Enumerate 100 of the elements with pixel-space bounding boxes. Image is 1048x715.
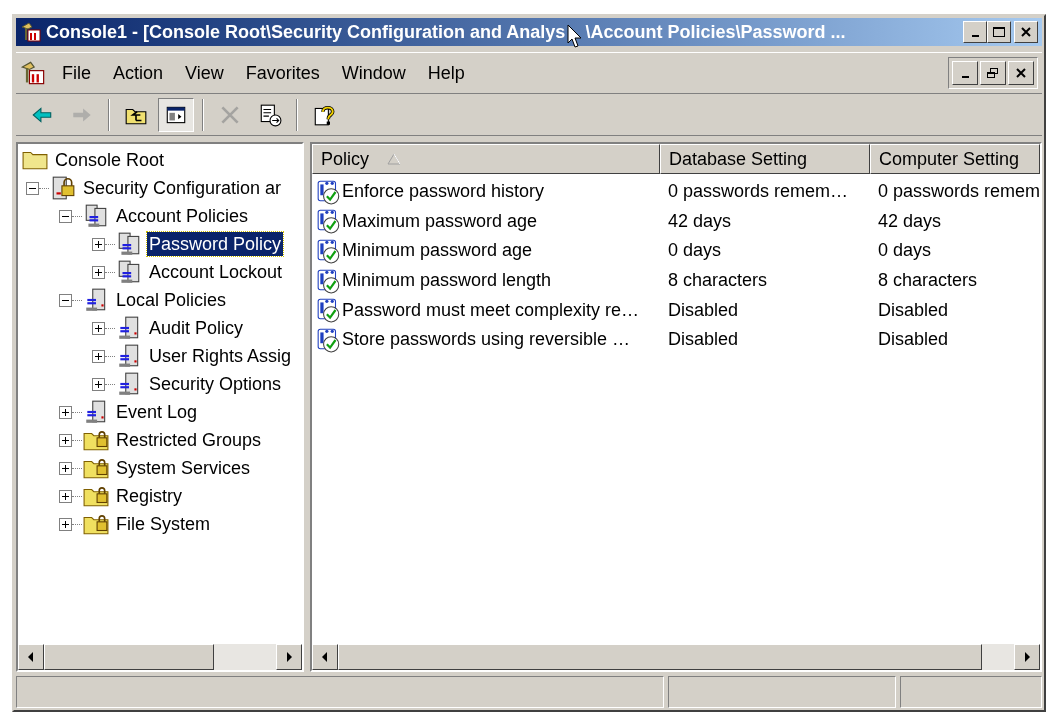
window-title: \Account Policies\Password ... [585,20,846,44]
scroll-left-button[interactable] [18,644,44,670]
plus-icon [94,239,103,249]
scrollbar-thumb[interactable] [44,644,214,670]
column-header[interactable]: Database Setting [660,144,870,174]
toolbar-button[interactable] [158,97,194,132]
servers-icon [116,231,142,257]
minimize-button[interactable] [952,61,978,85]
mouse-pointer-icon [567,24,584,50]
app-icon [20,21,42,43]
plus-icon [94,323,103,333]
expand-toggle[interactable] [59,405,72,419]
maximize-button[interactable] [987,21,1011,43]
minimize-button[interactable] [963,21,987,43]
table-cell-text: 8 characters [668,269,768,293]
policy-check-icon [316,297,342,324]
server-lock-icon [50,175,76,201]
left-arrow-icon [321,651,329,663]
policy-check-icon [316,208,342,235]
sort-ascending-icon [387,153,401,165]
tree-item[interactable]: User Rights Assig [147,344,294,368]
expand-toggle[interactable] [92,321,105,335]
tree-item[interactable]: Security Configuration ar [81,176,284,200]
table-cell-text: 42 days [668,209,732,233]
expand-toggle[interactable] [59,433,72,447]
menu-item[interactable]: Window [333,57,414,89]
menu-item[interactable]: Action [105,57,172,89]
window-title: Console1 - [Console Root\Security Configuration and Analys [46,20,566,44]
expand-toggle[interactable] [59,489,72,503]
servers-icon [83,203,109,229]
tree-item[interactable]: Console Root [53,148,167,172]
table-cell-text: Minimum password age [342,239,533,263]
tree-item[interactable]: File System [114,512,213,536]
expand-toggle[interactable] [92,349,105,363]
close-button[interactable] [1014,21,1038,43]
policy-check-icon [316,267,342,294]
collapse-toggle[interactable] [59,209,72,223]
tree-item[interactable]: Security Options [147,372,284,396]
plus-icon [61,435,70,445]
right-arrow-icon [285,651,293,663]
table-cell-text: Disabled [668,328,739,352]
restore-icon [986,67,1000,79]
maximize-icon [992,26,1006,38]
tree-item[interactable]: Account Policies [114,204,251,228]
table-cell-text: 42 days [878,209,942,233]
table-cell-text: Disabled [668,298,739,322]
policy-check-icon [316,178,342,205]
table-cell-text: 8 characters [878,269,978,293]
scroll-left-button[interactable] [312,644,338,670]
plus-icon [61,463,70,473]
tree-item[interactable]: Restricted Groups [114,428,264,452]
scroll-right-button[interactable] [1014,644,1040,670]
table-cell-text: Store passwords using reversible … [342,328,631,352]
table-cell-text: Disabled [878,328,949,352]
collapse-toggle[interactable] [59,293,72,307]
close-button[interactable] [1008,61,1034,85]
tree-item[interactable]: Local Policies [114,288,229,312]
collapse-toggle[interactable] [26,181,39,195]
plus-icon [61,491,70,501]
menu-item[interactable]: File [54,57,99,89]
column-header[interactable]: Policy [312,144,660,174]
plus-icon [94,267,103,277]
plus-icon [61,519,70,529]
tree-item[interactable]: Registry [114,484,184,508]
expand-toggle[interactable] [59,517,72,531]
tree-item[interactable]: Account Lockout [147,260,285,284]
restore-button[interactable] [980,61,1006,85]
tree-item[interactable]: Event Log [114,400,200,424]
table-cell-text: 0 days [878,239,932,263]
left-arrow-icon [27,651,35,663]
plus-icon [94,351,103,361]
expand-toggle[interactable] [59,461,72,475]
minimize-icon [971,35,979,37]
menu-item[interactable]: Favorites [237,57,328,89]
menu-item[interactable]: Help [419,57,473,89]
plus-icon [94,379,103,389]
servers-icon [116,259,142,285]
menu-item[interactable]: View [177,57,232,89]
plus-icon [61,407,70,417]
column-header[interactable]: Computer Setting [870,144,1040,174]
table-cell-text: Password must meet complexity re… [342,298,640,322]
expand-toggle[interactable] [92,237,105,251]
close-icon [1020,26,1032,38]
app-icon [20,60,46,86]
export-list-icon [258,102,282,127]
table-cell-text: Disabled [878,298,949,322]
table-cell-text: Maximum password age [342,209,538,233]
expand-toggle[interactable] [92,377,105,391]
horizontal-scrollbar[interactable] [18,644,302,670]
expand-toggle[interactable] [92,265,105,279]
scroll-right-button[interactable] [276,644,302,670]
tree-item[interactable]: System Services [114,456,253,480]
right-arrow-icon [1023,651,1031,663]
policy-check-icon [316,326,342,353]
close-icon [1015,67,1027,79]
tree-item[interactable]: Password Policy [147,232,284,256]
table-cell-text: 0 passwords remem [878,180,1040,204]
table-cell-text: 0 passwords remem… [668,180,849,204]
minimize-icon [961,76,969,78]
tree-item[interactable]: Audit Policy [147,316,246,340]
